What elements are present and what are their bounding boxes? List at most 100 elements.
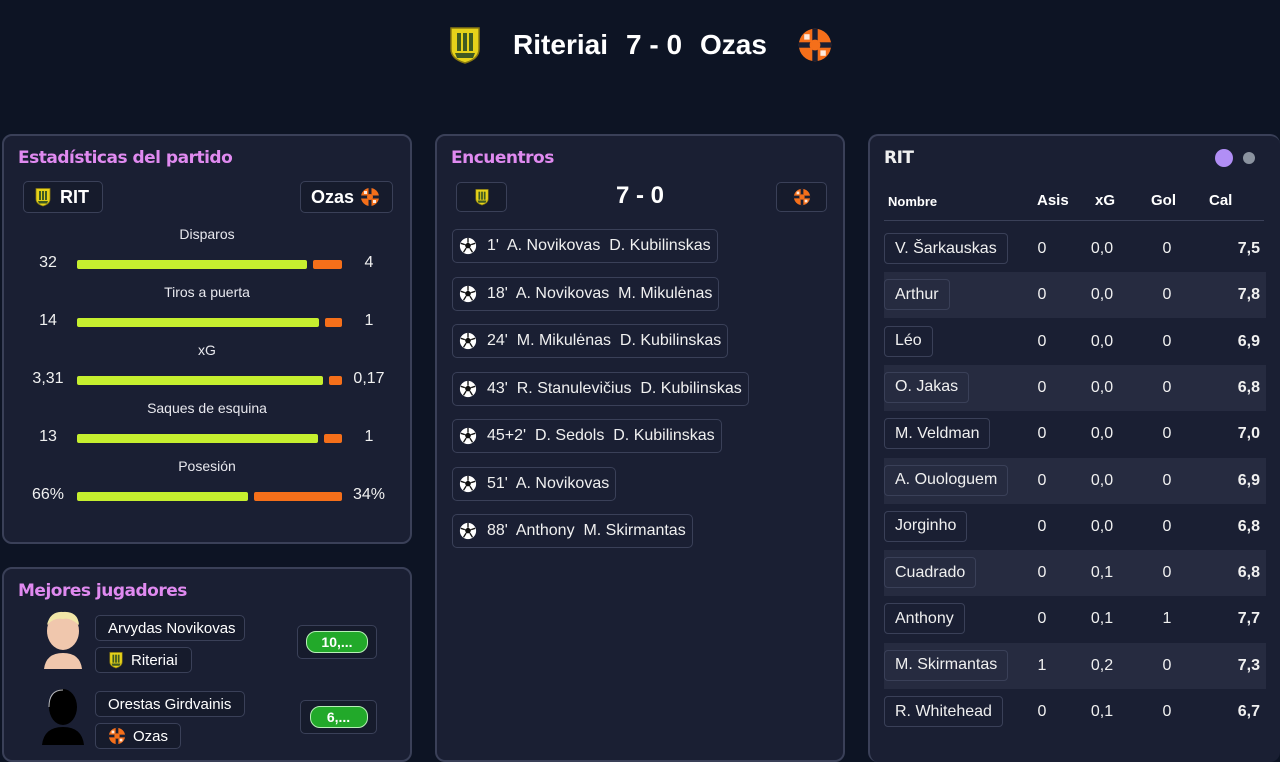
stat-row: Disparos 32 4	[4, 226, 410, 280]
player-row[interactable]: M. Veldman 0 0,0 0 7,0	[884, 411, 1266, 457]
soccer-ball-icon	[459, 475, 477, 493]
player-rating: 7,3	[1237, 656, 1260, 674]
player-team: Riteriai	[95, 647, 192, 673]
stat-row: Tiros a puerta 14 1	[4, 284, 410, 338]
stat-away-value: 1	[364, 428, 374, 445]
player-name[interactable]: A. Ouologuem	[884, 464, 1009, 496]
player-xg: 0,0	[1090, 517, 1114, 535]
player-goals: 0	[1162, 656, 1172, 674]
player-name: Arvydas Novikovas	[95, 615, 245, 641]
stat-row: xG 3,31 0,17	[4, 342, 410, 396]
player-rating: 6,9	[1237, 471, 1260, 489]
player-row[interactable]: Léo 0 0,0 0 6,9	[884, 319, 1266, 365]
player-row[interactable]: R. Whitehead 0 0,1 0 6,7	[884, 689, 1266, 735]
player-assists: 0	[1037, 332, 1047, 350]
match-header: Riteriai 7 - 0 Ozas	[0, 0, 1280, 90]
stat-row: Saques de esquina 13 1	[4, 400, 410, 454]
home-team-name: Riteriai	[513, 29, 608, 60]
stat-label: Posesión	[178, 458, 236, 474]
stat-label: Tiros a puerta	[164, 284, 250, 300]
col-cal[interactable]: Cal	[1209, 192, 1232, 209]
player-goals: 0	[1162, 286, 1172, 304]
away-crest-icon	[108, 727, 126, 745]
player-name[interactable]: R. Whitehead	[884, 696, 1003, 727]
away-crest-icon	[797, 25, 833, 65]
stat-home-bar	[77, 492, 248, 501]
goal-event[interactable]: 51' A. Novikovas	[452, 466, 617, 501]
away-team-pill[interactable]: Ozas	[300, 181, 393, 213]
player-rating: 6,8	[1237, 564, 1260, 582]
player-row[interactable]: Cuadrado 0 0,1 0 6,8	[884, 550, 1266, 597]
goal-event[interactable]: 88' Anthony M. Skirmantas	[452, 514, 693, 548]
player-name[interactable]: Jorginho	[884, 510, 968, 542]
player-goals: 0	[1162, 703, 1172, 720]
player-name[interactable]: Léo	[884, 325, 933, 357]
goal-event[interactable]: 18' A. Novikovas M. Mikulėnas	[452, 276, 720, 311]
col-asis[interactable]: Asis	[1037, 192, 1069, 209]
stat-label: Disparos	[179, 226, 235, 242]
player-row[interactable]: A. Ouologuem 0 0,0 0 6,9	[884, 457, 1266, 504]
goal-event-text: 43' R. Stanulevičius D. Kubilinskas	[487, 379, 742, 397]
soccer-ball-icon	[459, 522, 477, 540]
goal-event[interactable]: 43' R. Stanulevičius D. Kubilinskas	[452, 371, 749, 406]
player-name[interactable]: O. Jakas	[884, 371, 970, 403]
goal-event[interactable]: 24' M. Mikulėnas D. Kubilinskas	[452, 324, 729, 358]
goal-event[interactable]: 45+2' D. Sedols D. Kubilinskas	[452, 419, 722, 453]
best-players-panel: Mejores jugadores Arvydas Novikovas Rite…	[2, 567, 412, 762]
player-assists: 0	[1037, 378, 1047, 396]
stat-away-bar	[253, 492, 342, 501]
player-goals: 0	[1162, 471, 1172, 489]
player-xg: 0,0	[1090, 332, 1114, 350]
player-rating: 6,8	[1237, 517, 1260, 535]
page-dot[interactable]	[1243, 152, 1255, 164]
player-goals: 0	[1162, 240, 1172, 257]
col-nombre[interactable]: Nombre	[888, 194, 937, 209]
page-dot-active[interactable]	[1215, 149, 1233, 167]
player-name[interactable]: Cuadrado	[884, 557, 977, 589]
player-name[interactable]: Arthur	[884, 279, 950, 311]
goal-event-text: 18' A. Novikovas M. Mikulėnas	[487, 284, 713, 302]
home-team-pill[interactable]: RIT	[23, 181, 103, 213]
player-xg: 0,1	[1090, 610, 1114, 628]
player-row[interactable]: M. Skirmantas 1 0,2 0 7,3	[884, 642, 1266, 689]
col-gol[interactable]: Gol	[1151, 192, 1176, 209]
player-name[interactable]: V. Šarkauskas	[884, 233, 1008, 264]
lineup-table-header: Nombre Asis xG Gol Cal	[884, 186, 1264, 221]
player-xg: 0,0	[1090, 286, 1114, 304]
player-row[interactable]: V. Šarkauskas 0 0,0 0 7,5	[884, 226, 1266, 272]
best-player-card[interactable]: Arvydas Novikovas Riteriai 10,...	[4, 609, 410, 679]
goal-event-text: 45+2' D. Sedols D. Kubilinskas	[487, 427, 715, 444]
player-assists: 0	[1037, 517, 1047, 535]
player-assists: 0	[1037, 703, 1047, 720]
home-crest-icon	[108, 651, 124, 669]
player-goals: 1	[1162, 610, 1172, 628]
player-row[interactable]: Anthony 0 0,1 1 7,7	[884, 596, 1266, 642]
player-rating: 10,...	[306, 631, 368, 653]
match-score: 7 - 0	[625, 29, 683, 60]
stat-home-bar	[77, 318, 319, 327]
away-team-button[interactable]	[776, 182, 827, 212]
player-assists: 0	[1037, 471, 1047, 489]
home-crest-icon	[447, 25, 483, 65]
away-crest-icon	[360, 187, 380, 207]
player-goals: 0	[1162, 425, 1172, 443]
player-rating: 7,8	[1237, 286, 1260, 304]
stat-home-value: 13	[39, 428, 57, 445]
stat-home-value: 32	[39, 254, 57, 271]
col-xg[interactable]: xG	[1095, 192, 1115, 209]
player-xg: 0,0	[1090, 378, 1114, 396]
player-row[interactable]: Jorginho 0 0,0 0 6,8	[884, 504, 1266, 550]
stat-home-value: 3,31	[32, 370, 64, 387]
player-row[interactable]: Arthur 0 0,0 0 7,8	[884, 272, 1266, 319]
player-name[interactable]: M. Veldman	[884, 418, 991, 450]
panel-title: Estadísticas del partido	[18, 148, 233, 168]
goal-event[interactable]: 1' A. Novikovas D. Kubilinskas	[452, 229, 718, 263]
player-name[interactable]: Anthony	[884, 603, 965, 635]
stat-away-bar	[313, 260, 342, 269]
player-assists: 0	[1037, 610, 1047, 628]
best-player-card[interactable]: Orestas Girdvainis Ozas 6,...	[4, 685, 410, 755]
player-row[interactable]: O. Jakas 0 0,0 0 6,8	[884, 364, 1266, 411]
stat-row: Posesión 66% 34%	[4, 458, 410, 512]
player-assists: 0	[1037, 240, 1047, 257]
player-name[interactable]: M. Skirmantas	[884, 649, 1009, 681]
